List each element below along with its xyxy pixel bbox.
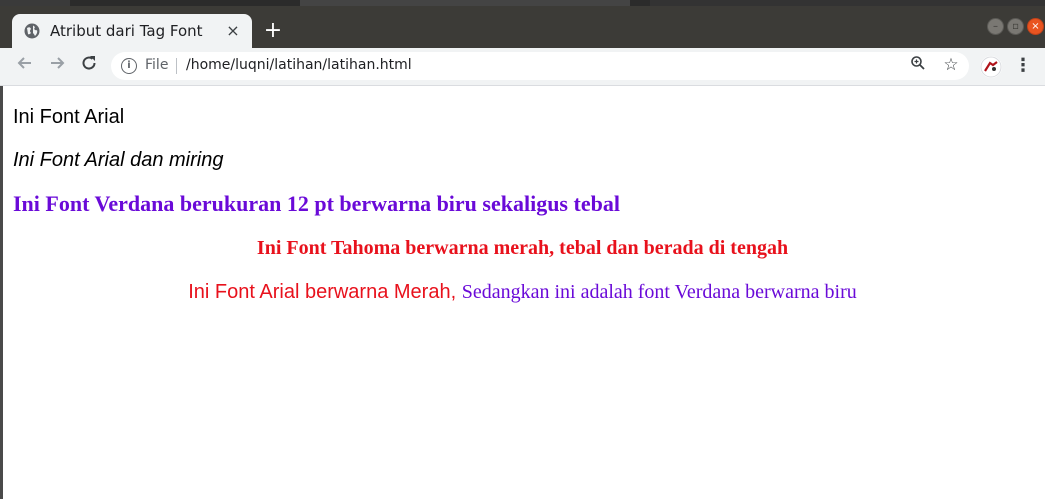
text-arial-red: Ini Font Arial berwarna Merah, <box>188 281 457 303</box>
maximize-window-button[interactable]: ▫ <box>1007 18 1024 35</box>
kebab-menu-icon[interactable]: ⋮ <box>1013 54 1033 78</box>
tab-close-icon[interactable]: × <box>224 22 242 40</box>
close-window-button[interactable]: × <box>1027 18 1044 35</box>
forward-button[interactable] <box>45 54 69 78</box>
paragraph-mixed-fonts: Ini Font Arial berwarna Merah, Sedangkan… <box>0 281 1045 304</box>
close-icon: × <box>1031 21 1040 32</box>
back-button[interactable] <box>13 54 37 78</box>
tab-active[interactable]: Atribut dari Tag Font × <box>12 14 252 48</box>
omnibox-divider <box>176 58 177 74</box>
paragraph-tahoma-red-centered: Ini Font Tahoma berwarna merah, tebal da… <box>256 237 789 259</box>
address-bar[interactable]: i File /home/luqni/latihan/latihan.html … <box>111 52 969 80</box>
arrow-left-icon <box>17 57 31 69</box>
paragraph-arial-italic: Ini Font Arial dan miring <box>13 149 224 171</box>
extension-avatar-icon[interactable] <box>980 56 1002 78</box>
star-icon[interactable]: ☆ <box>941 55 961 75</box>
zoom-icon[interactable] <box>908 55 928 75</box>
tab-title: Atribut dari Tag Font <box>50 22 203 40</box>
reload-icon <box>82 56 96 70</box>
minimize-icon: – <box>993 21 998 32</box>
reload-button[interactable] <box>77 54 101 78</box>
window-left-edge <box>0 86 3 499</box>
minimize-window-button[interactable]: – <box>987 18 1004 35</box>
arrow-right-icon <box>51 57 65 69</box>
page-content: Ini Font Arial Ini Font Arial dan miring… <box>0 86 1045 499</box>
tab-bar: Atribut dari Tag Font × + – ▫ × <box>0 6 1045 48</box>
maximize-icon: ▫ <box>1012 21 1019 32</box>
info-icon[interactable]: i <box>121 58 137 74</box>
paragraph-arial: Ini Font Arial <box>13 106 125 128</box>
globe-icon <box>24 23 40 39</box>
text-verdana-blue: Sedangkan ini adalah font Verdana berwar… <box>461 281 857 303</box>
browser-toolbar: i File /home/luqni/latihan/latihan.html … <box>0 48 1045 86</box>
url-text[interactable]: /home/luqni/latihan/latihan.html <box>186 57 412 73</box>
new-tab-button[interactable]: + <box>262 20 284 42</box>
paragraph-verdana-blue-bold: Ini Font Verdana berukuran 12 pt berwarn… <box>13 191 620 216</box>
url-scheme-label: File <box>145 57 169 73</box>
